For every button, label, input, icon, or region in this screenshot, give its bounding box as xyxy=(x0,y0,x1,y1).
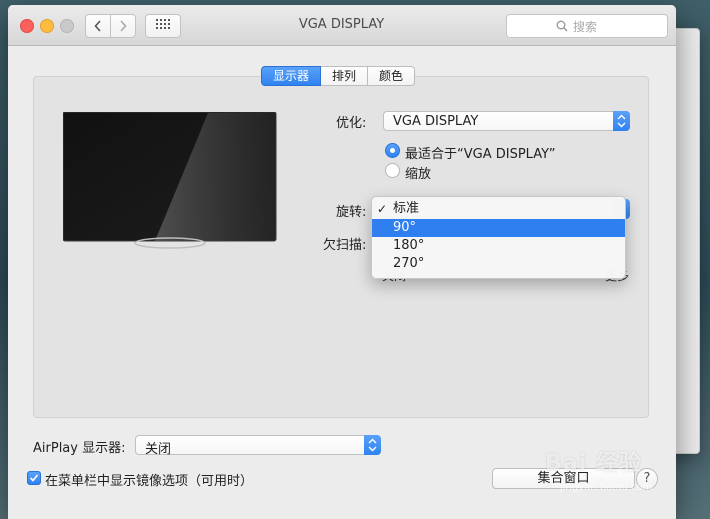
search-field[interactable]: 搜索 xyxy=(506,14,668,38)
window-title: VGA DISPLAY xyxy=(298,17,385,32)
mirroring-checkbox[interactable] xyxy=(27,471,41,485)
show-all-button[interactable] xyxy=(145,14,181,38)
watermark-logo: Bai 经验 xyxy=(545,451,642,476)
search-placeholder: 搜索 xyxy=(573,20,598,34)
search-icon xyxy=(556,20,568,32)
zoom-button[interactable] xyxy=(60,19,74,33)
airplay-label: AirPlay 显示器: xyxy=(33,441,126,456)
tab-arrangement[interactable]: 排列 xyxy=(321,66,369,86)
tab-color[interactable]: 颜色 xyxy=(368,66,416,86)
menu-item-90[interactable]: 90° xyxy=(372,219,625,237)
best-for-display-radio[interactable] xyxy=(385,143,400,158)
menu-item-label: 标准 xyxy=(393,201,420,216)
popup-arrows-icon xyxy=(613,111,630,131)
airplay-value: 关闭 xyxy=(145,442,172,457)
display-image xyxy=(63,112,277,249)
checkmark-icon: ✓ xyxy=(377,202,388,216)
optimize-popup[interactable]: VGA DISPLAY xyxy=(383,111,630,131)
menu-item-180[interactable]: 180° xyxy=(372,237,625,255)
popup-arrows-icon xyxy=(364,435,381,455)
optimize-label: 优化: xyxy=(336,116,367,131)
chevron-right-icon xyxy=(120,20,127,32)
system-preferences-window: VGA DISPLAY 搜索 显示器 排列 颜色 优化: VGA DISPLAY xyxy=(8,5,676,519)
menu-item-label: 90° xyxy=(393,220,417,235)
scaled-label: 缩放 xyxy=(405,167,432,182)
forward-button[interactable] xyxy=(110,14,136,38)
tab-display[interactable]: 显示器 xyxy=(261,66,322,86)
menu-item-label: 270° xyxy=(393,256,425,271)
scaled-radio[interactable] xyxy=(385,163,400,178)
menu-item-270[interactable]: 270° xyxy=(372,255,625,273)
checkmark-icon xyxy=(29,474,39,482)
rotation-label: 旋转: xyxy=(336,205,367,220)
best-for-display-label: 最适合于“VGA DISPLAY” xyxy=(405,147,556,162)
watermark-url: jingyan.baidu.com xyxy=(560,482,653,493)
optimize-value: VGA DISPLAY xyxy=(393,114,479,129)
mirroring-checkbox-label: 在菜单栏中显示镜像选项（可用时） xyxy=(45,474,254,489)
minimize-button[interactable] xyxy=(40,19,54,33)
underscan-label: 欠扫描: xyxy=(323,238,367,253)
airplay-popup[interactable]: 关闭 xyxy=(135,435,381,457)
close-button[interactable] xyxy=(20,19,34,33)
menu-item-standard[interactable]: ✓ 标准 xyxy=(372,200,625,218)
chevron-left-icon xyxy=(94,20,101,32)
title-bar: VGA DISPLAY 搜索 xyxy=(8,5,676,46)
back-button[interactable] xyxy=(85,14,111,38)
rotation-dropdown-menu: ✓ 标准 90° 180° 270° xyxy=(371,196,626,279)
menu-item-label: 180° xyxy=(393,238,425,253)
tab-bar: 显示器 排列 颜色 xyxy=(261,66,416,86)
grid-icon xyxy=(156,19,170,29)
